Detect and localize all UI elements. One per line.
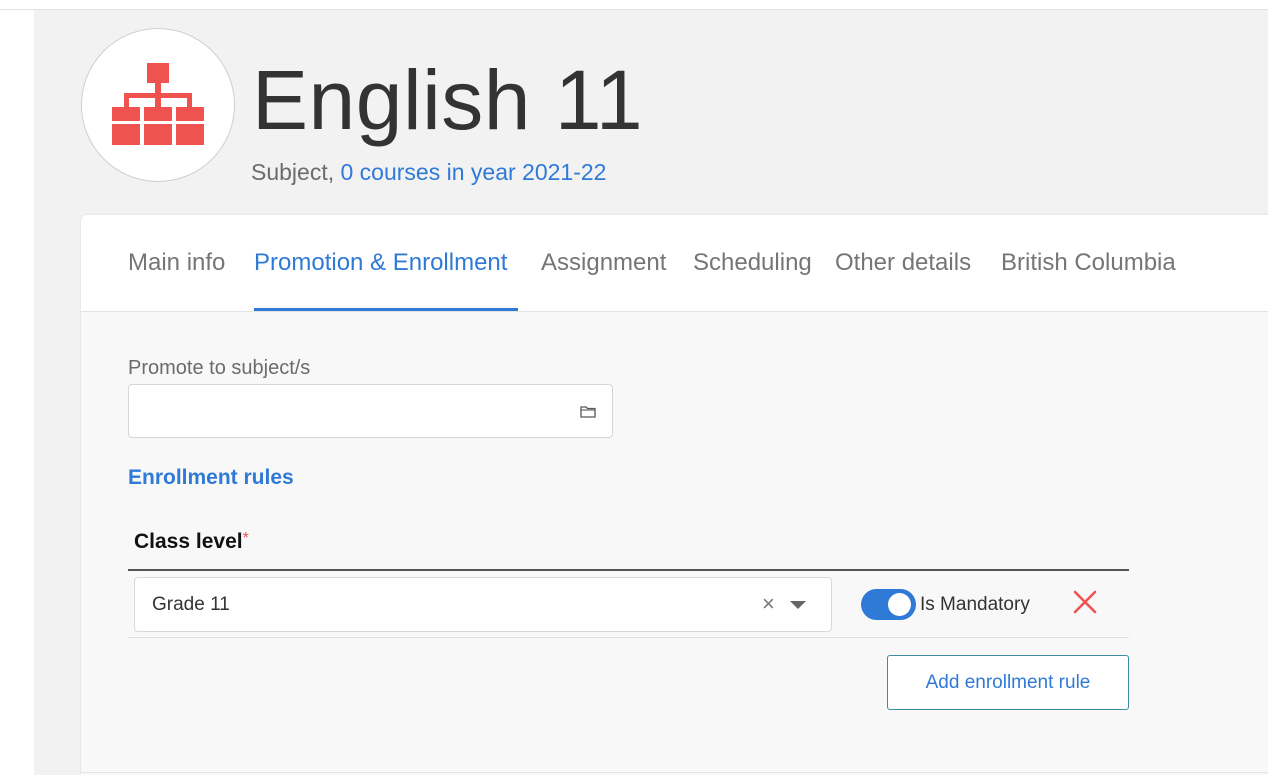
promote-subject-input[interactable] bbox=[128, 384, 613, 438]
subtitle-type: Subject, bbox=[251, 159, 341, 185]
page: English 11 Subject, 0 courses in year 20… bbox=[0, 0, 1268, 775]
tab-other-details[interactable]: Other details bbox=[835, 249, 971, 277]
card-bottom-divider bbox=[81, 772, 1268, 773]
active-tab-indicator bbox=[254, 308, 518, 311]
table-row-divider bbox=[128, 637, 1129, 638]
courses-link[interactable]: 0 courses in year 2021-22 bbox=[341, 159, 607, 185]
clear-icon[interactable]: × bbox=[762, 591, 775, 617]
subject-avatar bbox=[81, 28, 235, 182]
tab-bar: Main info Promotion & Enrollment Assignm… bbox=[81, 215, 1268, 312]
is-mandatory-toggle[interactable] bbox=[861, 589, 916, 620]
tab-scheduling[interactable]: Scheduling bbox=[693, 249, 812, 277]
required-mark: * bbox=[242, 530, 249, 547]
add-enrollment-rule-button[interactable]: Add enrollment rule bbox=[887, 655, 1129, 710]
enrollment-rules-heading[interactable]: Enrollment rules bbox=[128, 466, 294, 490]
tab-promotion-enrollment[interactable]: Promotion & Enrollment bbox=[254, 249, 507, 277]
table-header-divider bbox=[128, 569, 1129, 571]
subject-card: Main info Promotion & Enrollment Assignm… bbox=[81, 215, 1268, 775]
page-title: English 11 bbox=[252, 53, 644, 147]
page-subtitle: Subject, 0 courses in year 2021-22 bbox=[251, 159, 606, 186]
promote-label: Promote to subject/s bbox=[128, 357, 311, 379]
hierarchy-icon bbox=[112, 63, 204, 145]
tab-assignment[interactable]: Assignment bbox=[541, 249, 666, 277]
class-level-value: Grade 11 bbox=[152, 594, 230, 615]
class-level-header: Class level* bbox=[134, 530, 249, 554]
tab-british-columbia[interactable]: British Columbia bbox=[1001, 249, 1176, 277]
chevron-down-icon[interactable] bbox=[790, 601, 806, 609]
is-mandatory-label: Is Mandatory bbox=[920, 594, 1030, 615]
close-icon[interactable] bbox=[1073, 590, 1097, 614]
folder-icon[interactable] bbox=[580, 405, 596, 418]
tab-main-info[interactable]: Main info bbox=[128, 249, 225, 277]
class-level-header-text: Class level bbox=[134, 530, 243, 553]
class-level-select[interactable]: Grade 11 × bbox=[134, 577, 832, 632]
toggle-knob bbox=[888, 593, 911, 616]
